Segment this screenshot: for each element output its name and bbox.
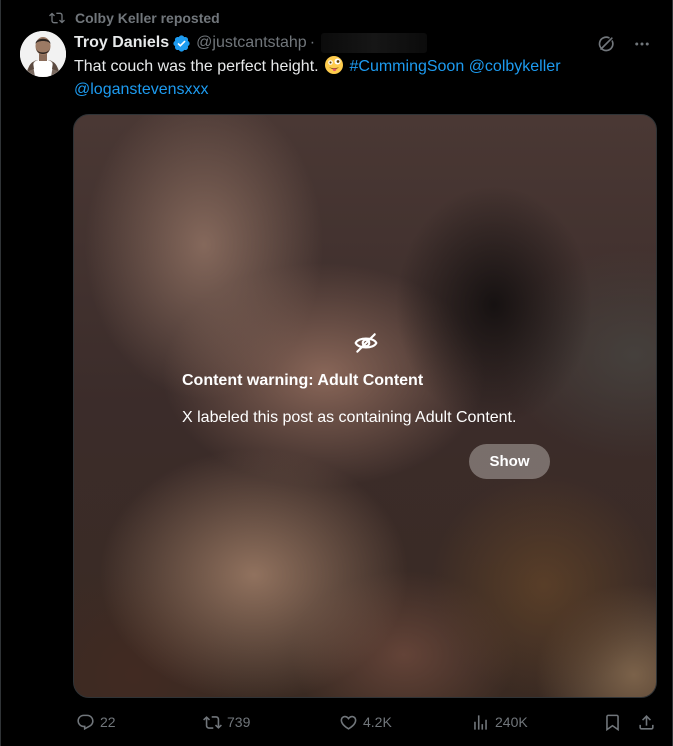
repost-button[interactable]: 739: [203, 710, 250, 734]
mention-link-colbykeller[interactable]: @colbykeller: [469, 58, 561, 75]
heart-icon: [339, 713, 358, 732]
repost-icon: [203, 713, 222, 732]
redacted-timestamp: [321, 33, 428, 53]
eye-slash-icon: [353, 330, 379, 361]
tweet-body: That couch was the perfect height.: [74, 58, 319, 75]
zany-face-emoji: [325, 56, 344, 74]
bookmark-icon: [603, 713, 622, 732]
reply-count: 22: [100, 714, 116, 730]
share-icon: [637, 713, 656, 732]
repost-label[interactable]: Colby Keller reposted: [75, 10, 220, 26]
sensitive-media[interactable]: Content warning: Adult Content X labeled…: [73, 114, 657, 698]
tweet-text: That couch was the perfect height. #Cumm…: [74, 55, 634, 101]
hashtag-link[interactable]: #CummingSoon: [350, 58, 465, 75]
tweet-actions: 22 739 4.2K 240K: [74, 710, 658, 734]
show-button[interactable]: Show: [469, 444, 550, 479]
repost-icon: [49, 10, 65, 26]
repost-context: Colby Keller reposted: [49, 8, 220, 28]
like-count: 4.2K: [363, 714, 392, 730]
more-options-icon[interactable]: [630, 33, 654, 55]
bookmark-button[interactable]: [603, 710, 622, 734]
verified-badge-icon[interactable]: [172, 34, 191, 53]
views-button[interactable]: 240K: [471, 710, 528, 734]
header-actions: [594, 33, 654, 55]
mention-link-loganstevensxxx[interactable]: @loganstevensxxx: [74, 81, 209, 98]
views-chart-icon: [471, 713, 490, 732]
repost-count: 739: [227, 714, 251, 730]
like-button[interactable]: 4.2K: [339, 710, 392, 734]
author-name[interactable]: Troy Daniels: [74, 34, 169, 52]
grok-icon[interactable]: [594, 33, 618, 55]
author-handle[interactable]: @justcantstahp: [196, 34, 307, 52]
share-button[interactable]: [637, 710, 656, 734]
reply-button[interactable]: 22: [76, 710, 116, 734]
tweet-card[interactable]: Colby Keller reposted Troy Daniels @just…: [0, 0, 673, 746]
view-count: 240K: [495, 714, 528, 730]
content-warning-title: Content warning: Adult Content: [182, 372, 424, 389]
separator-dot: ·: [309, 34, 316, 51]
avatar[interactable]: [20, 31, 66, 77]
reply-icon: [76, 713, 95, 732]
blurred-image: [74, 115, 656, 697]
content-warning-description: X labeled this post as containing Adult …: [182, 409, 517, 426]
tweet-header: Troy Daniels @justcantstahp ·: [74, 32, 428, 54]
